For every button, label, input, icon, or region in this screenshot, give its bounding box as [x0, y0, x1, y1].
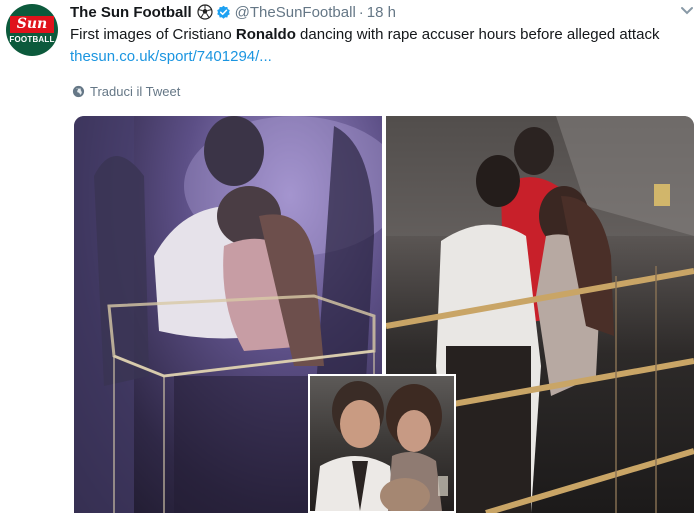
tweet-media[interactable]: [74, 116, 694, 513]
tweet-text-part2: dancing with rape accuser hours before a…: [295, 26, 660, 43]
article-link[interactable]: thesun.co.uk/sport/7401294/...: [70, 48, 272, 65]
author-name[interactable]: The Sun Football: [70, 4, 192, 21]
tweet-header: The Sun Football @TheSunFootball · 18 h: [70, 2, 396, 22]
author-handle[interactable]: @TheSunFootball: [235, 4, 356, 21]
translate-tweet-button[interactable]: Traduci il Tweet: [72, 83, 180, 99]
verified-badge-icon: [216, 5, 231, 20]
chevron-down-icon[interactable]: [680, 6, 694, 16]
sun-logo: Sun: [10, 16, 54, 33]
media-inset-photo[interactable]: [308, 374, 456, 513]
globe-icon: [72, 85, 85, 98]
translate-label: Traduci il Tweet: [90, 83, 181, 99]
tweet-timestamp[interactable]: 18 h: [367, 4, 396, 21]
tweet-text-bold: Ronaldo: [235, 26, 296, 43]
tweet-text: First images of Cristiano Ronaldo dancin…: [70, 24, 695, 68]
avatar[interactable]: Sun FOOTBALL: [6, 4, 58, 56]
sun-logo-subtext: FOOTBALL: [9, 35, 55, 44]
separator-dot: ·: [358, 3, 364, 21]
tweet-text-part1: First images of Cristiano: [70, 26, 236, 43]
soccer-ball-icon: [197, 4, 213, 20]
